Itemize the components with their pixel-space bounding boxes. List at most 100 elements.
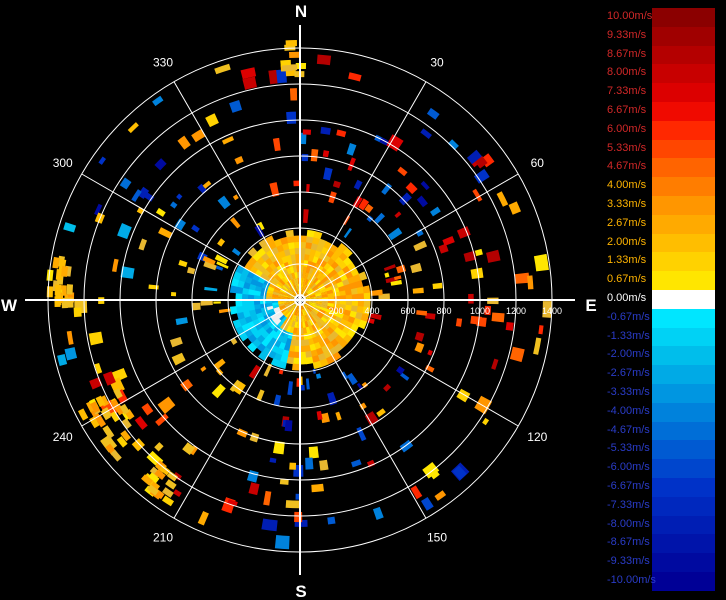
legend-row: 4.67m/s bbox=[600, 158, 726, 178]
legend-swatch bbox=[652, 64, 715, 84]
legend-swatch bbox=[652, 158, 715, 178]
velocity-color-legend: 10.00m/s 9.33m/s 8.67m/s 8.00m/s 7.33m/s 6.67… bbox=[600, 0, 726, 600]
legend-label: -0.67m/s bbox=[607, 310, 650, 323]
legend-row: 5.33m/s bbox=[600, 139, 726, 159]
compass-west-label: W bbox=[1, 296, 18, 315]
legend-swatch bbox=[652, 327, 715, 347]
legend-swatch bbox=[652, 102, 715, 121]
legend-row: -5.33m/s bbox=[600, 440, 726, 460]
legend-row: -10.00m/s bbox=[600, 572, 726, 591]
legend-swatch bbox=[652, 83, 715, 102]
legend-row: 3.33m/s bbox=[600, 196, 726, 215]
legend-label: 3.33m/s bbox=[607, 198, 647, 210]
legend-label: 5.33m/s bbox=[607, 141, 647, 154]
legend-swatch bbox=[652, 177, 715, 196]
legend-row: 4.00m/s bbox=[600, 177, 726, 196]
legend-row: 8.00m/s bbox=[600, 64, 726, 84]
bearing-label-330: 330 bbox=[153, 56, 173, 70]
legend-row: 6.67m/s bbox=[600, 102, 726, 121]
legend-swatch bbox=[652, 252, 715, 272]
legend-swatch bbox=[652, 214, 715, 234]
range-ring-label: 1400 bbox=[542, 306, 562, 316]
range-ring-label: 1000 bbox=[470, 306, 490, 316]
legend-row: 2.67m/s bbox=[600, 214, 726, 234]
bearing-label-30: 30 bbox=[430, 56, 444, 70]
legend-label: 6.67m/s bbox=[607, 104, 647, 116]
legend-label: -2.00m/s bbox=[607, 348, 650, 361]
compass-east-label: E bbox=[585, 296, 596, 315]
legend-swatch bbox=[652, 233, 715, 253]
legend-row: -3.33m/s bbox=[600, 384, 726, 403]
range-ring-label: 600 bbox=[400, 306, 415, 316]
legend-label: 4.00m/s bbox=[607, 179, 647, 192]
legend-label: -4.67m/s bbox=[607, 423, 650, 436]
legend-label: 2.67m/s bbox=[607, 216, 647, 229]
legend-row: 0.00m/s bbox=[600, 290, 726, 309]
legend-row: 1.33m/s bbox=[600, 252, 726, 272]
legend-row: -6.00m/s bbox=[600, 459, 726, 478]
bearing-label-120: 120 bbox=[527, 430, 547, 444]
legend-swatch bbox=[652, 459, 715, 478]
legend-swatch bbox=[652, 421, 715, 441]
legend-swatch bbox=[652, 496, 715, 516]
legend-row: -9.33m/s bbox=[600, 553, 726, 572]
legend-row: -0.67m/s bbox=[600, 308, 726, 328]
legend-swatch bbox=[652, 196, 715, 215]
legend-row: 6.00m/s bbox=[600, 120, 726, 140]
compass-north-label: N bbox=[295, 2, 307, 21]
legend-row: 0.67m/s bbox=[600, 271, 726, 290]
legend-label: 8.00m/s bbox=[607, 66, 647, 79]
legend-swatch bbox=[652, 440, 715, 460]
legend-swatch bbox=[652, 26, 715, 46]
legend-swatch bbox=[652, 402, 715, 422]
legend-swatch bbox=[652, 45, 715, 65]
legend-swatch bbox=[652, 271, 715, 290]
legend-label: -1.33m/s bbox=[607, 329, 650, 342]
legend-swatch bbox=[652, 308, 715, 328]
legend-row: -8.67m/s bbox=[600, 534, 726, 554]
legend-swatch bbox=[652, 290, 715, 309]
legend-row: -8.00m/s bbox=[600, 515, 726, 535]
legend-swatch bbox=[652, 384, 715, 403]
range-ring-label: 1200 bbox=[506, 306, 526, 316]
range-ring-label: 200 bbox=[328, 306, 343, 316]
bearing-label-210: 210 bbox=[153, 530, 173, 544]
legend-label: -6.00m/s bbox=[607, 461, 650, 474]
bearing-label-300: 300 bbox=[53, 156, 73, 170]
compass-south-label: S bbox=[295, 582, 306, 600]
legend-label: -10.00m/s bbox=[607, 574, 656, 586]
legend-swatch bbox=[652, 8, 715, 27]
radar-display[interactable]: N E S W 30 60 120 150 210 240 300 330 200 400 600 8… bbox=[0, 0, 600, 600]
legend-label: -4.00m/s bbox=[607, 404, 650, 417]
legend-swatch bbox=[652, 120, 715, 140]
legend-label: -8.67m/s bbox=[607, 536, 650, 549]
legend-label: 0.00m/s bbox=[607, 292, 647, 304]
legend-row: -2.67m/s bbox=[600, 365, 726, 384]
legend-row: -7.33m/s bbox=[600, 496, 726, 516]
legend-label: -7.33m/s bbox=[607, 498, 650, 511]
legend-label: 1.33m/s bbox=[607, 254, 647, 267]
legend-row: -2.00m/s bbox=[600, 346, 726, 366]
legend-label: -5.33m/s bbox=[607, 442, 650, 455]
legend-label: 6.00m/s bbox=[607, 122, 647, 135]
legend-row: 9.33m/s bbox=[600, 26, 726, 46]
radar-plot[interactable]: N E S W 30 60 120 150 210 240 300 330 200 400 600 8… bbox=[0, 0, 600, 600]
legend-label: 10.00m/s bbox=[607, 10, 653, 22]
legend-row: -4.67m/s bbox=[600, 421, 726, 441]
bearing-label-60: 60 bbox=[531, 156, 545, 170]
legend-swatch bbox=[652, 365, 715, 384]
range-ring-label: 800 bbox=[436, 306, 451, 316]
bearing-label-150: 150 bbox=[427, 530, 447, 544]
legend-label: 9.33m/s bbox=[607, 28, 647, 41]
legend-row: -6.67m/s bbox=[600, 478, 726, 497]
legend-row: 2.00m/s bbox=[600, 233, 726, 253]
legend-label: -9.33m/s bbox=[607, 555, 650, 568]
legend-label: -3.33m/s bbox=[607, 386, 650, 398]
legend-label: 2.00m/s bbox=[607, 235, 647, 248]
legend-swatch bbox=[652, 346, 715, 366]
legend-row: 8.67m/s bbox=[600, 45, 726, 65]
legend-swatch bbox=[652, 478, 715, 497]
legend-row: -4.00m/s bbox=[600, 402, 726, 422]
legend-label: 0.67m/s bbox=[607, 273, 647, 286]
legend-swatch bbox=[652, 572, 715, 591]
